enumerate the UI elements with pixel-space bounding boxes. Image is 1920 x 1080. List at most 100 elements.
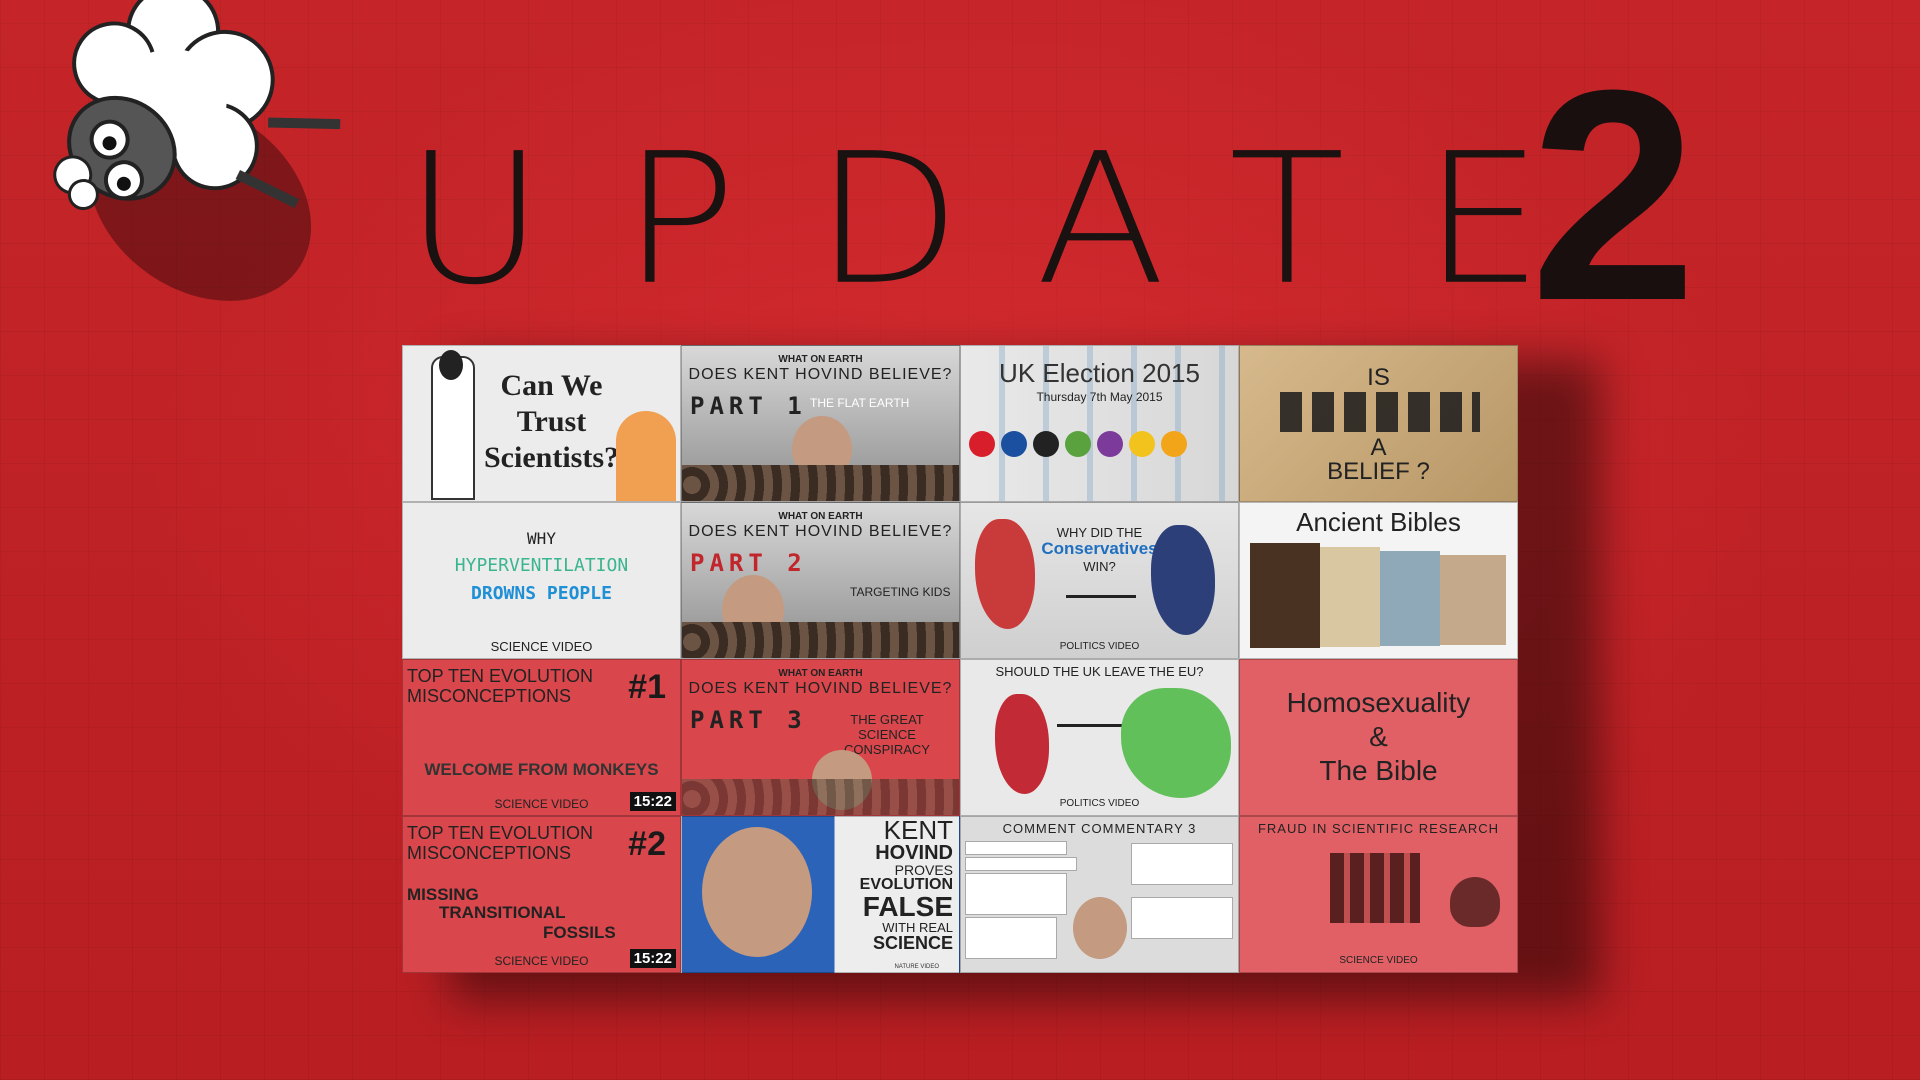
tile-sub: TARGETING KIDS — [850, 585, 951, 599]
tile-sub: MISSING — [407, 885, 479, 904]
scientist-head — [439, 350, 463, 380]
tile-kicker: WHAT ON EARTH — [778, 354, 863, 365]
sheep-mascot-icon — [53, 0, 341, 301]
tile-kicker: WHAT ON EARTH — [778, 668, 863, 679]
duration-badge: 15:22 — [629, 949, 676, 968]
video-thumbnail-hovind-proves[interactable]: KENT HOVIND PROVES EVOLUTION FALSE WITH … — [681, 816, 960, 973]
comment-box — [965, 873, 1067, 915]
video-thumbnail-atheism-belief[interactable]: IS A BELIEF ? — [1239, 345, 1518, 502]
tile-headline: UK Election 2015 — [999, 358, 1200, 388]
tile-headline: DOES KENT HOVIND BELIEVE? — [688, 523, 953, 540]
skull-icon — [1450, 877, 1500, 927]
party-logo-icon — [1033, 431, 1059, 457]
tile-line: KENT — [883, 816, 953, 845]
video-thumbnail-ancient-bibles[interactable]: Ancient Bibles — [1239, 502, 1518, 659]
tile-line: Homosexuality — [1286, 687, 1471, 718]
video-thumbnail-evolution-2[interactable]: TOP TEN EVOLUTION MISCONCEPTIONS #2 MISS… — [402, 816, 681, 973]
tile-headline: FRAUD IN SCIENTIFIC RESEARCH — [1257, 821, 1500, 836]
comment-box — [1131, 897, 1233, 939]
uk-flag-map-icon — [995, 694, 1049, 794]
tile-footer: SCIENCE VIDEO — [1339, 955, 1418, 966]
tile-part: PART 1 — [690, 392, 807, 420]
party-logo-icon — [1129, 431, 1155, 457]
tile-line: FALSE — [862, 891, 953, 922]
tile-sub: TRANSITIONAL — [439, 903, 566, 922]
presenter-face — [702, 827, 812, 957]
tile-title: TOP TEN EVOLUTION MISCONCEPTIONS — [407, 823, 593, 863]
book-image — [1320, 547, 1380, 647]
video-thumbnail-hovind-part2[interactable]: WHAT ON EARTH DOES KENT HOVIND BELIEVE? … — [681, 502, 960, 659]
tile-kicker: WHAT ON EARTH — [778, 511, 863, 522]
tile-line: & — [1369, 721, 1388, 752]
tile-line: TOP TEN EVOLUTION — [407, 823, 594, 843]
comment-box — [1131, 843, 1233, 885]
tile-line: The Bible — [1319, 755, 1438, 786]
party-logo-icon — [1097, 431, 1123, 457]
tile-sub: THE FLAT EARTH — [810, 396, 910, 410]
comment-box — [965, 841, 1067, 855]
video-thumbnail-uk-election[interactable]: UK Election 2015 Thursday 7th May 2015 — [960, 345, 1239, 502]
party-logo-icon — [1001, 431, 1027, 457]
party-logo-icon — [969, 431, 995, 457]
duration-badge: 15:22 — [629, 792, 676, 811]
comment-box — [965, 917, 1057, 959]
tile-headline: DOES KENT HOVIND BELIEVE? — [688, 680, 953, 697]
tile-line: Can We — [500, 369, 603, 402]
fry-character — [616, 411, 676, 501]
tile-part: PART 3 — [690, 706, 807, 734]
tile-part: PART 2 — [690, 549, 807, 577]
tile-footer: SCIENCE VIDEO — [490, 639, 593, 654]
tile-line: DROWNS PEOPLE — [471, 583, 612, 604]
comment-box — [965, 857, 1077, 871]
video-thumbnail-hovind-part1[interactable]: WHAT ON EARTH DOES KENT HOVIND BELIEVE? … — [681, 345, 960, 502]
video-thumbnail-fraud-research[interactable]: FRAUD IN SCIENTIFIC RESEARCH SCIENCE VID… — [1239, 816, 1518, 973]
video-thumbnail-homosexuality-bible[interactable]: Homosexuality & The Bible — [1239, 659, 1518, 816]
arrow-right-icon — [1066, 595, 1136, 598]
tile-number: #2 — [628, 825, 666, 863]
tile-line: MISCONCEPTIONS — [407, 843, 572, 863]
tile-sub: WELCOME FROM MONKEYS — [424, 760, 659, 779]
tile-line: Trust — [516, 405, 587, 438]
video-thumbnail-uk-leave-eu[interactable]: SHOULD THE UK LEAVE THE EU? POLITICS VID… — [960, 659, 1239, 816]
video-thumbnail-evolution-1[interactable]: TOP TEN EVOLUTION MISCONCEPTIONS #1 WELC… — [402, 659, 681, 816]
party-logo-icon — [1065, 431, 1091, 457]
tile-sub: FOSSILS — [543, 923, 616, 942]
page-title: UPDATE — [405, 114, 1621, 325]
tile-footer: POLITICS VIDEO — [1059, 798, 1140, 809]
tile-sub: Thursday 7th May 2015 — [1036, 390, 1163, 404]
tile-line: WHY — [527, 529, 556, 548]
tile-title: KENT HOVIND PROVES EVOLUTION FALSE WITH … — [833, 817, 953, 952]
tile-title: TOP TEN EVOLUTION MISCONCEPTIONS — [407, 666, 593, 706]
tile-line: HOVIND — [875, 842, 953, 864]
video-thumbnail-comment-commentary[interactable]: COMMENT COMMENTARY 3 — [960, 816, 1239, 973]
tile-line: BELIEF ? — [1327, 458, 1430, 485]
video-thumbnail-conservatives-win[interactable]: WHY DID THE Conservatives WIN? POLITICS … — [960, 502, 1239, 659]
tile-headline: COMMENT COMMENTARY 3 — [1002, 821, 1197, 836]
presenter-face — [1073, 897, 1127, 959]
crowd-image — [682, 465, 959, 501]
tile-line: PROVES — [894, 862, 953, 878]
embryo-drawings-image — [1330, 853, 1420, 923]
tile-headline: SHOULD THE UK LEAVE THE EU? — [995, 664, 1204, 679]
book-image — [1380, 551, 1440, 646]
video-thumbnail-trust-scientists[interactable]: Can We Trust Scientists? — [402, 345, 681, 502]
tile-line: HYPERVENTILATION — [454, 555, 629, 576]
uk-map-icon — [1151, 525, 1215, 635]
book-image — [1440, 555, 1506, 645]
tile-footer: NATURE VIDEO — [894, 964, 939, 970]
video-thumbnail-hovind-part3[interactable]: WHAT ON EARTH DOES KENT HOVIND BELIEVE? … — [681, 659, 960, 816]
party-logo-icon — [1161, 431, 1187, 457]
tile-line: SCIENCE — [872, 933, 953, 953]
tile-headline: DOES KENT HOVIND BELIEVE? — [688, 366, 953, 383]
tile-line: MISCONCEPTIONS — [407, 686, 572, 706]
video-thumbnail-hyperventilation[interactable]: WHY HYPERVENTILATION DROWNS PEOPLE SCIEN… — [402, 502, 681, 659]
tile-footer: POLITICS VIDEO — [1059, 641, 1140, 652]
book-image — [1250, 543, 1320, 648]
tile-line: IS — [1367, 364, 1390, 391]
scribble-word — [1280, 392, 1480, 432]
thumbnail-grid: Can We Trust Scientists? WHAT ON EARTH D… — [402, 345, 1518, 973]
update-number: 2 — [1530, 27, 1697, 363]
tile-headline: Ancient Bibles — [1296, 507, 1461, 537]
tile-line: Scientists? — [484, 441, 619, 474]
tile-number: #1 — [628, 668, 666, 706]
